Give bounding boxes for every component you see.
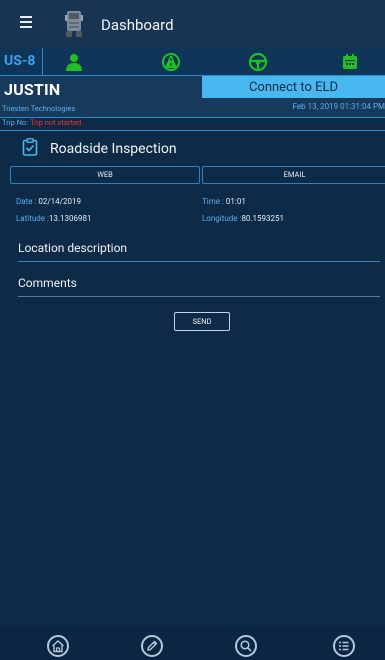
page-title: Dashboard <box>101 16 174 34</box>
driver-info-row: JUSTIN Triesten Technologies Connect to … <box>0 76 385 118</box>
longitude-value: 80.1593251 <box>241 214 285 223</box>
cycle-label: US-8 <box>4 53 36 69</box>
longitude-info: Longitude :80.1593251 <box>202 214 284 223</box>
driver-name: JUSTIN <box>4 80 61 99</box>
send-button[interactable]: SEND <box>174 312 230 331</box>
divider <box>0 130 385 131</box>
edit-icon[interactable] <box>141 635 163 657</box>
date-info: Date : 02/14/2019 <box>16 197 81 206</box>
app-bar: Dashboard <box>0 0 385 48</box>
time-info: Time : 01:01 <box>202 197 246 206</box>
connect-eld-button[interactable]: Connect to ELD <box>202 76 385 98</box>
latitude-value: 13.1306981 <box>48 214 92 223</box>
time-value: 01:01 <box>225 197 246 206</box>
current-timestamp: Feb 13, 2019 01:31:04 PM <box>292 102 385 111</box>
calendar-icon[interactable] <box>340 52 360 72</box>
company-name: Triesten Technologies <box>2 104 76 113</box>
trip-value: Trip not started. <box>30 118 84 127</box>
email-button[interactable]: EMAIL <box>202 166 385 184</box>
location-description-field[interactable]: Location description <box>18 241 380 262</box>
search-icon[interactable] <box>235 635 257 657</box>
trip-label: Trip No: <box>2 118 29 127</box>
comments-field[interactable]: Comments <box>18 276 380 297</box>
menu-icon[interactable] <box>20 14 32 30</box>
driver-icon[interactable] <box>64 52 84 72</box>
home-icon[interactable] <box>47 635 69 657</box>
steering-wheel-icon[interactable] <box>248 52 268 72</box>
date-value: 02/14/2019 <box>38 197 81 206</box>
tab-cycle-rule[interactable]: US-8 <box>0 48 43 75</box>
section-title: Roadside Inspection <box>50 141 177 157</box>
web-button[interactable]: WEB <box>10 166 200 184</box>
date-label: Date : <box>16 197 37 206</box>
trip-status: Trip No: Trip not started. <box>2 118 83 127</box>
longitude-label: Longitude : <box>202 214 242 223</box>
list-icon[interactable] <box>333 635 355 657</box>
latitude-label: Latitude : <box>16 214 49 223</box>
latitude-info: Latitude :13.1306981 <box>16 214 92 223</box>
road-icon[interactable] <box>161 52 181 72</box>
tab-bar: US-8 <box>0 48 385 76</box>
truck-icon <box>65 11 83 37</box>
clipboard-check-icon <box>22 138 38 156</box>
time-label: Time : <box>202 197 224 206</box>
